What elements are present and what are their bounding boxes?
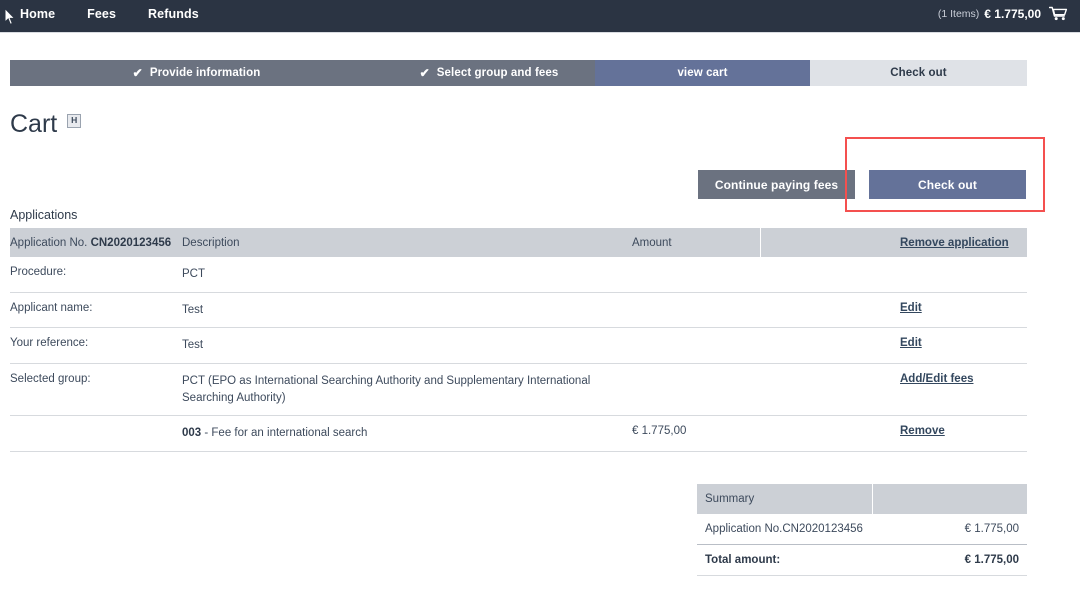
summary-row-value: € 1.775,00	[872, 514, 1027, 545]
check-icon: ✔	[419, 66, 430, 80]
fee-code: 003	[182, 427, 202, 440]
row-link-cell: Edit	[900, 327, 1027, 365]
header-blank	[759, 228, 900, 257]
header-application-no-value: CN2020123456	[90, 236, 172, 249]
row-label: Selected group:	[10, 363, 182, 417]
continue-paying-fees-button[interactable]: Continue paying fees	[698, 170, 855, 199]
row-blank	[760, 257, 900, 293]
remove-application-link[interactable]: Remove application	[900, 237, 1009, 249]
header-remove-application: Remove application	[900, 228, 1027, 257]
cart-summary[interactable]: (1 Items) € 1.775,00	[938, 0, 1068, 27]
edit-your-reference-link[interactable]: Edit	[900, 337, 922, 349]
row-value: Test	[182, 327, 632, 365]
step-label: view cart	[677, 67, 728, 79]
row-blank	[760, 327, 900, 365]
fee-amount: € 1.775,00	[632, 415, 760, 453]
summary-header-row: Summary	[697, 484, 1027, 514]
step-view-cart[interactable]: view cart	[595, 60, 810, 86]
step-provide-information[interactable]: ✔ Provide information	[10, 60, 383, 86]
step-label: Check out	[890, 67, 947, 79]
row-link-cell: Edit	[900, 292, 1027, 329]
check-icon: ✔	[132, 66, 143, 80]
row-amount	[632, 257, 760, 293]
top-navbar: Home Fees Refunds (1 Items) € 1.775,00	[0, 0, 1080, 27]
row-link-cell: Add/Edit fees	[900, 363, 1027, 417]
nav-link-home[interactable]: Home	[20, 7, 55, 21]
header-application-no: Application No. CN2020123456	[10, 228, 182, 257]
summary-header-label: Summary	[697, 484, 872, 514]
summary-header-blank	[871, 484, 1027, 514]
fee-description: - Fee for an international search	[201, 427, 368, 440]
summary-table: Summary Application No.CN2020123456 € 1.…	[697, 484, 1027, 576]
fee-blank	[760, 415, 900, 453]
summary-total-value: € 1.775,00	[872, 544, 1027, 576]
row-amount	[632, 363, 760, 417]
row-value: PCT (EPO as International Searching Auth…	[182, 363, 632, 417]
row-amount	[632, 292, 760, 329]
fee-link-cell: Remove	[900, 415, 1027, 453]
nav-link-refunds[interactable]: Refunds	[148, 7, 199, 21]
header-divider	[0, 32, 1080, 33]
add-edit-fees-link[interactable]: Add/Edit fees	[900, 373, 973, 385]
table-row: Selected group: PCT (EPO as Internationa…	[10, 363, 1027, 417]
step-check-out[interactable]: Check out	[810, 60, 1027, 86]
edit-applicant-name-link[interactable]: Edit	[900, 302, 922, 314]
page-title-row: Cart H	[10, 112, 1080, 137]
applications-table-header: Application No. CN2020123456 Description…	[10, 228, 1027, 257]
cart-amount: € 1.775,00	[984, 6, 1041, 21]
nav-links: Home Fees Refunds	[20, 7, 231, 21]
row-value: PCT	[182, 257, 632, 293]
header-description: Description	[182, 228, 632, 257]
page-title: Cart	[10, 110, 58, 138]
header-application-no-label: Application No.	[10, 236, 88, 249]
applications-table: Application No. CN2020123456 Description…	[10, 228, 1027, 453]
row-label: Your reference:	[10, 327, 182, 365]
cart-items-count: (1 Items)	[937, 7, 980, 20]
step-label: Select group and fees	[436, 67, 559, 79]
table-row: Applicant name: Test Edit	[10, 292, 1027, 329]
row-link-cell	[900, 257, 1027, 293]
step-label: Provide information	[149, 67, 261, 79]
fee-row-description: 003 - Fee for an international search	[182, 415, 632, 453]
row-blank	[760, 363, 900, 417]
summary-row: Application No.CN2020123456 € 1.775,00	[697, 514, 1027, 545]
table-row: Your reference: Test Edit	[10, 327, 1027, 365]
nav-link-fees[interactable]: Fees	[87, 7, 116, 21]
action-buttons: Continue paying fees Check out	[0, 137, 1080, 212]
check-out-button[interactable]: Check out	[869, 170, 1026, 199]
summary-total-label: Total amount:	[697, 544, 872, 576]
remove-fee-link[interactable]: Remove	[900, 425, 945, 437]
row-blank	[760, 292, 900, 329]
table-row: Procedure: PCT	[10, 257, 1027, 293]
summary-row-label: Application No.CN2020123456	[697, 514, 872, 545]
row-label: Applicant name:	[10, 292, 182, 329]
header-amount: Amount	[632, 228, 760, 257]
help-icon[interactable]: H	[67, 114, 82, 128]
fee-row: 003 - Fee for an international search € …	[10, 415, 1027, 453]
fee-row-blank	[10, 415, 182, 453]
row-amount	[632, 327, 760, 365]
shopping-cart-icon[interactable]	[1048, 6, 1068, 21]
summary-panel: Summary Application No.CN2020123456 € 1.…	[697, 484, 1027, 576]
summary-total-row: Total amount: € 1.775,00	[697, 544, 1027, 576]
step-select-group-and-fees[interactable]: ✔ Select group and fees	[383, 60, 595, 86]
applications-section-label: Applications	[10, 208, 78, 222]
row-value: Test	[182, 292, 632, 329]
row-label: Procedure:	[10, 257, 182, 293]
progress-steps: ✔ Provide information ✔ Select group and…	[10, 60, 1027, 86]
